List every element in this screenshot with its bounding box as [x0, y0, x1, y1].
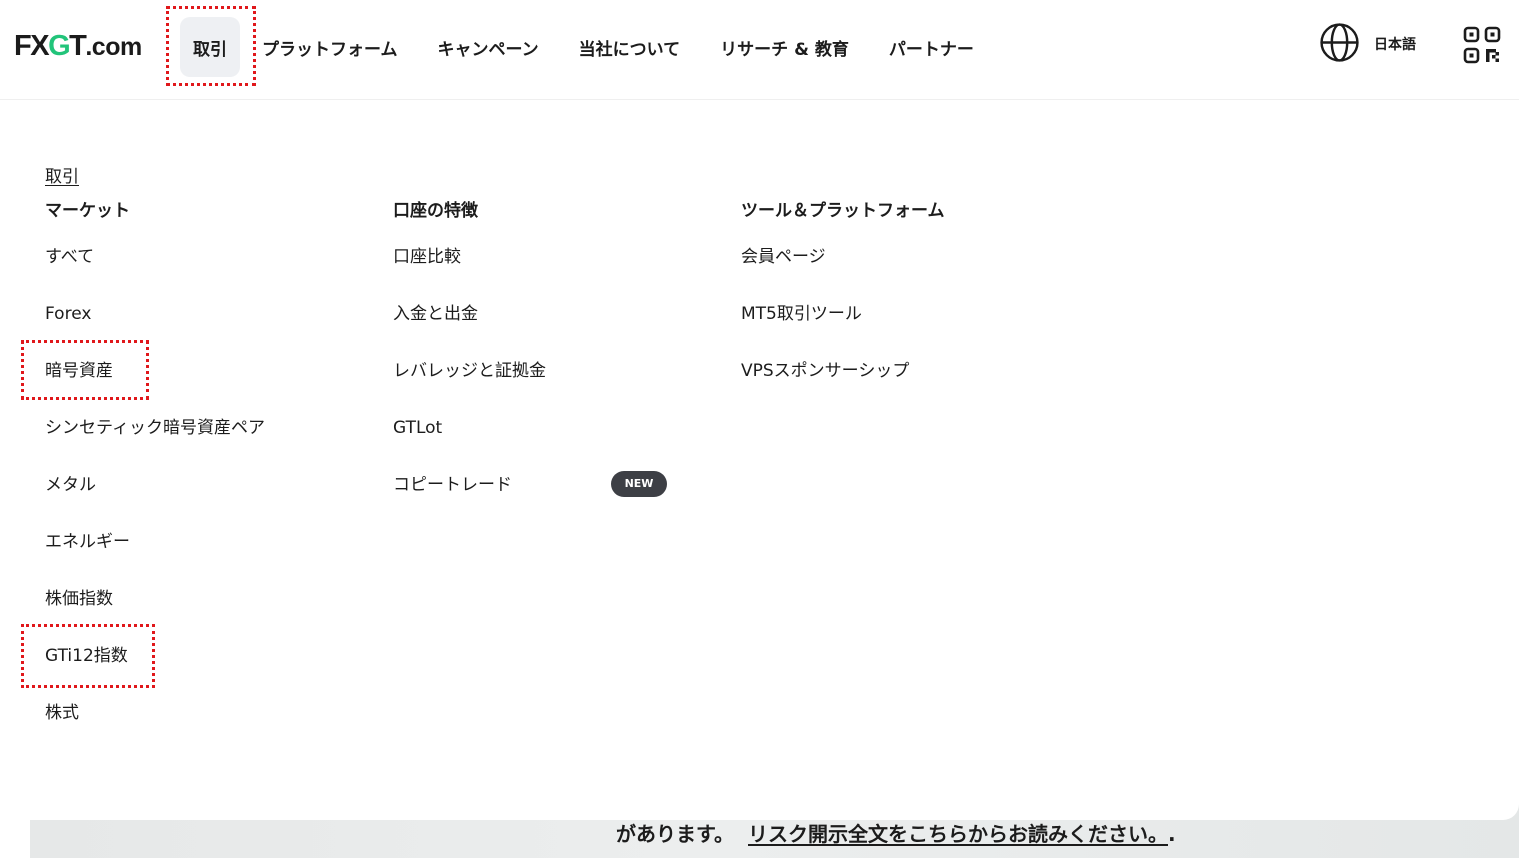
nav-trading[interactable]: 取引 [180, 17, 240, 77]
column-account-features: 口座の特徴 口座比較 入金と出金 レバレッジと証拠金 GTLot コピートレード… [393, 196, 667, 497]
risk-disclosure-link[interactable]: リスク開示全文をこちらからお読みください。 [748, 822, 1168, 846]
menu-item-member-page[interactable]: 会員ページ [741, 246, 909, 303]
menu-item-copy-trade[interactable]: コピートレード NEW [393, 471, 667, 531]
menu-item-energy[interactable]: エネルギー [45, 531, 265, 588]
menu-item-metals[interactable]: メタル [45, 474, 265, 531]
menu-item-vps-sponsorship[interactable]: VPSスポンサーシップ [741, 360, 909, 417]
menu-item-gtlot[interactable]: GTLot [393, 417, 546, 474]
menu-item-gti12-index[interactable]: GTi12指数 [45, 645, 265, 702]
menu-item-indices[interactable]: 株価指数 [45, 588, 265, 645]
column-tools-platforms: ツール＆プラットフォーム 会員ページ MT5取引ツール VPSスポンサーシップ [741, 196, 945, 381]
logo-com: .com [85, 33, 142, 61]
menu-item-leverage-margin[interactable]: レバレッジと証拠金 [393, 360, 546, 417]
risk-text: があります。 [616, 821, 734, 846]
menu-item-stocks[interactable]: 株式 [45, 702, 265, 759]
menu-item-synthetic-crypto-pairs[interactable]: シンセティック暗号資産ペア [45, 417, 265, 474]
new-badge: NEW [611, 471, 667, 497]
column-heading-tools-platforms: ツール＆プラットフォーム [741, 201, 945, 221]
globe-icon[interactable] [1319, 22, 1360, 63]
qr-code-icon[interactable] [1463, 26, 1501, 64]
menu-item-all[interactable]: すべて [45, 246, 265, 303]
column-heading-account-features: 口座の特徴 [393, 201, 478, 221]
column-heading-markets: マーケット [45, 201, 130, 221]
nav-campaign[interactable]: キャンペーン [418, 17, 559, 77]
nav-about[interactable]: 当社について [559, 17, 701, 77]
risk-disclosure: があります。 リスク開示全文をこちらからお読みください。. [616, 815, 1176, 849]
menu-item-crypto[interactable]: 暗号資産 [45, 360, 265, 417]
logo-fx: FX [14, 30, 50, 62]
menu-item-mt5-tools[interactable]: MT5取引ツール [741, 303, 909, 360]
nav-research-education[interactable]: リサーチ & 教育 [700, 17, 869, 77]
main-nav: 取引 プラットフォーム キャンペーン 当社について リサーチ & 教育 パートナ… [180, 17, 994, 77]
language-selector[interactable]: 日本語 [1374, 34, 1416, 54]
menu-item-deposit-withdrawal[interactable]: 入金と出金 [393, 303, 546, 360]
site-header: FX G T .com 取引 プラットフォーム キャンペーン 当社について リサーチ … [0, 0, 1519, 100]
risk-end: . [1168, 821, 1176, 846]
nav-partner[interactable]: パートナー [869, 17, 994, 77]
fxgt-logo[interactable]: FX G T .com [14, 30, 142, 64]
trading-mega-menu: 取引 マーケット すべて Forex 暗号資産 シンセティック暗号資産ペア メタ… [0, 100, 1519, 820]
logo-t: T [69, 30, 87, 62]
menu-item-copy-trade-label: コピートレード [393, 475, 512, 495]
breadcrumb-trading[interactable]: 取引 [45, 162, 79, 187]
column-markets: マーケット すべて Forex 暗号資産 シンセティック暗号資産ペア メタル エ… [45, 196, 265, 723]
logo-g: G [48, 30, 71, 62]
menu-item-account-comparison[interactable]: 口座比較 [393, 246, 546, 303]
menu-item-forex[interactable]: Forex [45, 303, 265, 360]
nav-platform[interactable]: プラットフォーム [242, 17, 418, 77]
